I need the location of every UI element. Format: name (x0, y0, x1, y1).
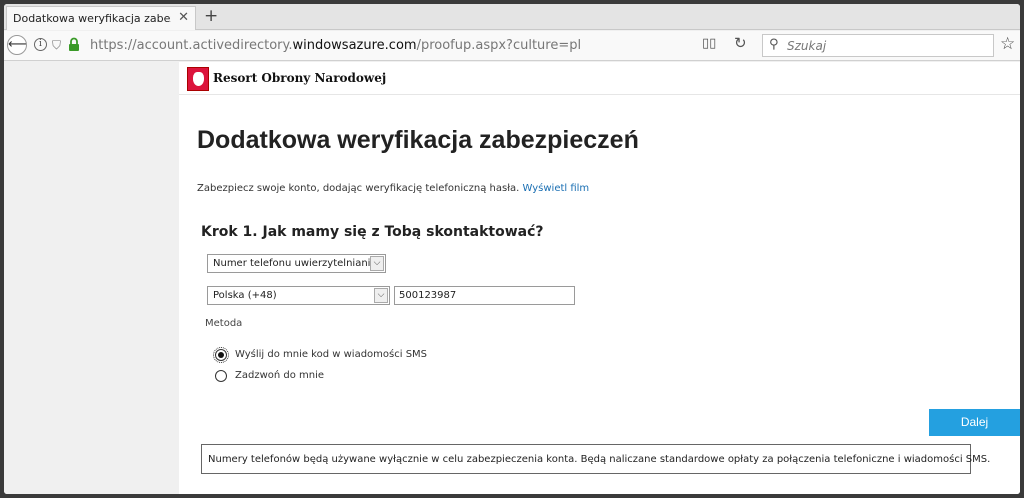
method-label: Metoda (205, 318, 243, 329)
video-link[interactable]: Wyświetl film (523, 183, 590, 194)
reload-icon[interactable]: ↻ (734, 34, 747, 52)
coat-of-arms-logo (187, 67, 209, 91)
page-content: Resort Obrony Narodowej Dodatkowa weryfi… (179, 62, 1020, 494)
search-placeholder: Szukaj (787, 39, 827, 53)
chevron-down-icon[interactable]: ⌵ (374, 288, 388, 303)
country-value: Polska (+48) (213, 290, 277, 301)
reader-view-icon[interactable]: ▯▯ (702, 36, 716, 51)
radio-call-label: Zadzwoń do mnie (235, 370, 325, 381)
step-title: Krok 1. Jak mamy się z Tobą skontaktować… (201, 224, 544, 240)
eagle-icon (193, 72, 204, 86)
new-tab-button[interactable]: + (204, 6, 218, 26)
search-icon: ⚲ (769, 37, 779, 52)
info-icon[interactable]: i (34, 38, 47, 51)
country-select[interactable]: Polska (+48) ⌵ (207, 286, 390, 305)
notice-box: Numery telefonów będą używane wyłącznie … (201, 444, 990, 474)
page-title: Dodatkowa weryfikacja zabezpieczeń (197, 126, 639, 154)
radio-button-selected[interactable] (213, 347, 229, 363)
tab-active[interactable]: Dodatkowa weryfikacja zabezpie ✕ (6, 6, 196, 30)
tab-title: Dodatkowa weryfikacja zabezpie (13, 12, 171, 25)
phone-number-input[interactable]: 500123987 (394, 286, 575, 305)
navigation-bar: ⟵ i ⛉ https://account.activedirectory.wi… (4, 31, 1020, 61)
tab-strip: Dodatkowa weryfikacja zabezpie ✕ + (4, 4, 1020, 30)
contact-method-select[interactable]: Numer telefonu uwierzytelniania ⌵ (207, 254, 386, 273)
contact-method-value: Numer telefonu uwierzytelniania (213, 258, 377, 269)
bookmark-star-icon[interactable]: ☆ (1000, 34, 1015, 54)
subtitle: Zabezpiecz swoje konto, dodając weryfika… (197, 183, 589, 194)
url-suffix: /proofup.aspx?culture=pl (416, 38, 582, 53)
org-name: Resort Obrony Narodowej (213, 71, 387, 85)
subtitle-text: Zabezpiecz swoje konto, dodając weryfika… (197, 183, 523, 194)
url-domain: windowsazure.com (292, 38, 417, 53)
page-viewport: Resort Obrony Narodowej Dodatkowa weryfi… (4, 62, 1020, 494)
next-button[interactable]: Dalej (929, 409, 1020, 436)
radio-sms-label: Wyślij do mnie kod w wiadomości SMS (235, 349, 428, 360)
address-bar[interactable]: https://account.activedirectory.windowsa… (90, 38, 581, 53)
shield-icon[interactable]: ⛉ (52, 38, 61, 53)
lock-icon[interactable] (68, 37, 80, 52)
header-divider (179, 94, 1020, 95)
chevron-down-icon[interactable]: ⌵ (370, 256, 384, 271)
url-prefix: https://account.activedirectory. (90, 38, 293, 53)
close-tab-icon[interactable]: ✕ (178, 10, 189, 25)
search-field[interactable]: ⚲ Szukaj (762, 34, 994, 57)
browser-window: Dodatkowa weryfikacja zabezpie ✕ + ⟵ i ⛉… (4, 4, 1020, 494)
radio-button[interactable] (215, 370, 227, 382)
back-arrow-icon[interactable]: ⟵ (7, 35, 27, 55)
